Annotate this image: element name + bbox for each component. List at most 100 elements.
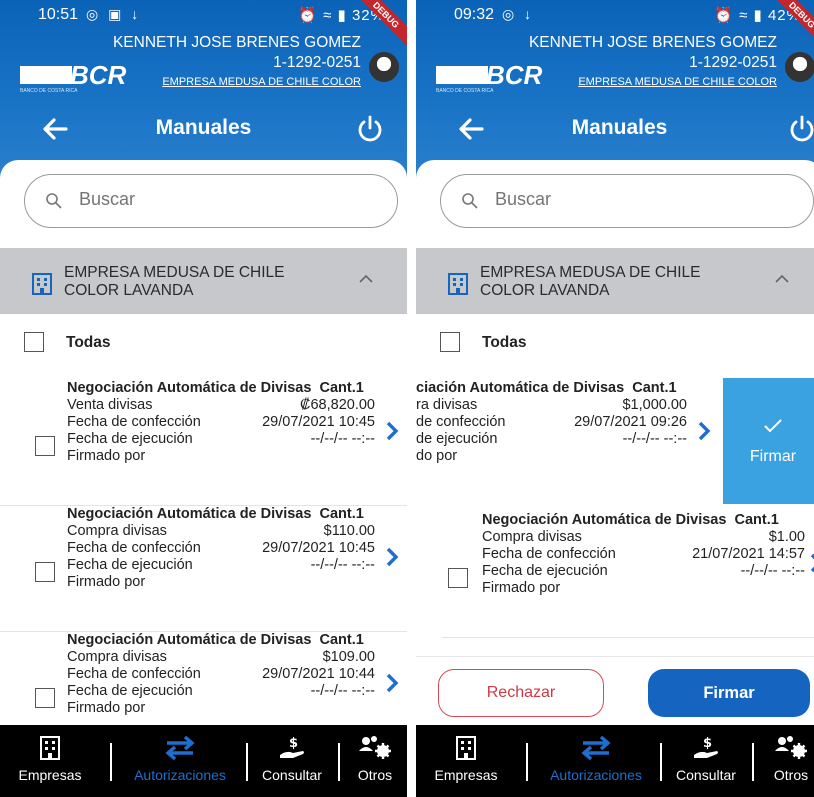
item-type: Compra divisas	[67, 523, 167, 539]
company-group-title: EMPRESA MEDUSA DE CHILE COLOR LAVANDA	[64, 264, 285, 300]
alarm-icon: ⏰	[714, 7, 734, 24]
user-name: KENNETH JOSE BRENES GOMEZ	[528, 34, 777, 51]
list-item[interactable]: Negociación Automática de Divisas Cant.1…	[0, 632, 407, 725]
item-exec-label: Fecha de ejecución	[67, 431, 193, 447]
company-link[interactable]: EMPRESA MEDUSA DE CHILE COLOR	[578, 76, 777, 88]
company-link[interactable]: EMPRESA MEDUSA DE CHILE COLOR	[162, 76, 361, 88]
select-all-checkbox[interactable]	[24, 332, 44, 352]
chevron-up-icon[interactable]	[359, 274, 373, 284]
notification-icons: ◎ ↓	[502, 6, 535, 22]
money-hand-icon: $	[280, 736, 304, 758]
item-signed-label: Firmado por	[482, 580, 561, 596]
company-group-title: EMPRESA MEDUSA DE CHILE COLOR LAVANDA	[480, 264, 701, 300]
swap-arrows-icon	[581, 735, 611, 761]
logo-subtext: BANCO DE COSTA RICA	[20, 88, 78, 94]
search-box[interactable]	[440, 174, 814, 228]
building-icon	[456, 736, 476, 760]
group-title-line2: COLOR LAVANDA	[480, 282, 610, 299]
nav-consultar[interactable]: $ Consultar	[666, 735, 746, 783]
nav-empresas[interactable]: Empresas	[10, 735, 90, 783]
nav-empresas-label: Empresas	[434, 767, 498, 783]
nav-consultar-label: Consultar	[676, 767, 736, 783]
nav-separator	[110, 743, 112, 781]
svg-text:$: $	[289, 736, 298, 751]
item-signed-label: Firmado por	[67, 700, 146, 716]
search-box[interactable]	[24, 174, 398, 228]
avatar[interactable]	[785, 52, 814, 82]
check-icon	[764, 419, 782, 433]
item-checkbox[interactable]	[448, 568, 468, 588]
item-exec-label: de ejecución	[416, 431, 498, 447]
chevron-right-icon[interactable]	[385, 420, 399, 442]
sign-button[interactable]: Firmar	[648, 669, 810, 717]
list-item-swiped[interactable]: ciación Automática de Divisas Cant.1 ra …	[416, 380, 723, 506]
item-exec-label: Fecha de ejecución	[67, 557, 193, 573]
item-title: Negociación Automática de Divisas Cant.1	[67, 506, 364, 522]
reject-button[interactable]: Rechazar	[438, 669, 604, 717]
nav-autorizaciones-label: Autorizaciones	[134, 767, 226, 783]
search-input[interactable]	[495, 189, 755, 210]
chevron-right-icon[interactable]	[697, 420, 711, 442]
search-input[interactable]	[79, 189, 339, 210]
chevron-right-icon[interactable]	[385, 672, 399, 694]
item-created-label: Fecha de confección	[67, 540, 201, 556]
content-panel: EMPRESA MEDUSA DE CHILE COLOR LAVANDA To…	[416, 160, 814, 725]
nav-otros[interactable]: Otros	[344, 735, 406, 783]
item-created-label: Fecha de confección	[482, 546, 616, 562]
select-all-label: Todas	[66, 334, 111, 351]
item-signed-label: Firmado por	[67, 448, 146, 464]
item-exec-label: Fecha de ejecución	[67, 683, 193, 699]
item-created-label: de confección	[416, 414, 506, 430]
nav-empresas[interactable]: Empresas	[426, 735, 506, 783]
chevron-right-icon[interactable]	[385, 546, 399, 568]
select-all-checkbox[interactable]	[440, 332, 460, 352]
building-icon	[40, 736, 60, 760]
list-item[interactable]: Negociación Automática de Divisas Cant.1…	[0, 506, 407, 632]
people-gear-icon	[359, 736, 391, 759]
logo-text: BCR	[70, 60, 127, 90]
page-title: Manuales	[155, 116, 252, 139]
item-checkbox[interactable]	[35, 562, 55, 582]
swipe-sign-label: Firmar	[749, 448, 797, 465]
company-group-header[interactable]: EMPRESA MEDUSA DE CHILE COLOR LAVANDA	[416, 248, 814, 314]
swap-arrows-icon	[165, 735, 195, 761]
power-icon[interactable]	[787, 114, 814, 144]
nav-separator	[246, 743, 248, 781]
nav-autorizaciones[interactable]: Autorizaciones	[538, 735, 654, 783]
content-panel: EMPRESA MEDUSA DE CHILE COLOR LAVANDA To…	[0, 160, 407, 725]
nav-autorizaciones[interactable]: Autorizaciones	[122, 735, 238, 783]
nav-empresas-label: Empresas	[18, 767, 82, 783]
status-bar: 09:32 ◎ ↓ ⏰ ≈ ▮ 42% DEBUG	[416, 0, 814, 47]
list-item[interactable]: Negociación Automática de Divisas Cant.1…	[442, 512, 814, 638]
item-created-label: Fecha de confección	[67, 414, 201, 430]
wifi-icon: ≈	[739, 7, 749, 24]
nav-consultar[interactable]: $ Consultar	[252, 735, 332, 783]
chevron-up-icon[interactable]	[775, 274, 789, 284]
item-title: Negociación Automática de Divisas Cant.1	[67, 632, 364, 648]
building-icon	[448, 273, 468, 295]
item-created-date: 29/07/2021 10:45	[262, 540, 375, 556]
nav-separator	[526, 743, 528, 781]
svg-text:$: $	[703, 736, 712, 751]
avatar[interactable]	[369, 52, 399, 82]
bottom-navigation: Empresas Autorizaciones $ Consultar Otro…	[416, 725, 814, 797]
building-icon	[32, 273, 52, 295]
nav-otros[interactable]: Otros	[760, 735, 814, 783]
nav-separator	[660, 743, 662, 781]
item-checkbox[interactable]	[35, 436, 55, 456]
item-title: Negociación Automática de Divisas Cant.1	[67, 380, 364, 396]
item-created-date: 21/07/2021 14:57	[692, 546, 805, 562]
chevron-right-icon[interactable]	[809, 552, 814, 574]
company-group-header[interactable]: EMPRESA MEDUSA DE CHILE COLOR LAVANDA	[0, 248, 407, 314]
search-icon	[462, 193, 478, 209]
power-icon[interactable]	[355, 114, 385, 144]
swipe-sign-button[interactable]: Firmar	[723, 378, 814, 504]
nav-consultar-label: Consultar	[262, 767, 322, 783]
user-name: KENNETH JOSE BRENES GOMEZ	[112, 34, 361, 51]
item-type: Compra divisas	[482, 529, 582, 545]
item-checkbox[interactable]	[35, 688, 55, 708]
item-created-date: 29/07/2021 09:26	[574, 414, 687, 430]
page-title: Manuales	[571, 116, 668, 139]
item-exec-label: Fecha de ejecución	[482, 563, 608, 579]
list-item[interactable]: Negociación Automática de Divisas Cant.1…	[0, 380, 407, 506]
